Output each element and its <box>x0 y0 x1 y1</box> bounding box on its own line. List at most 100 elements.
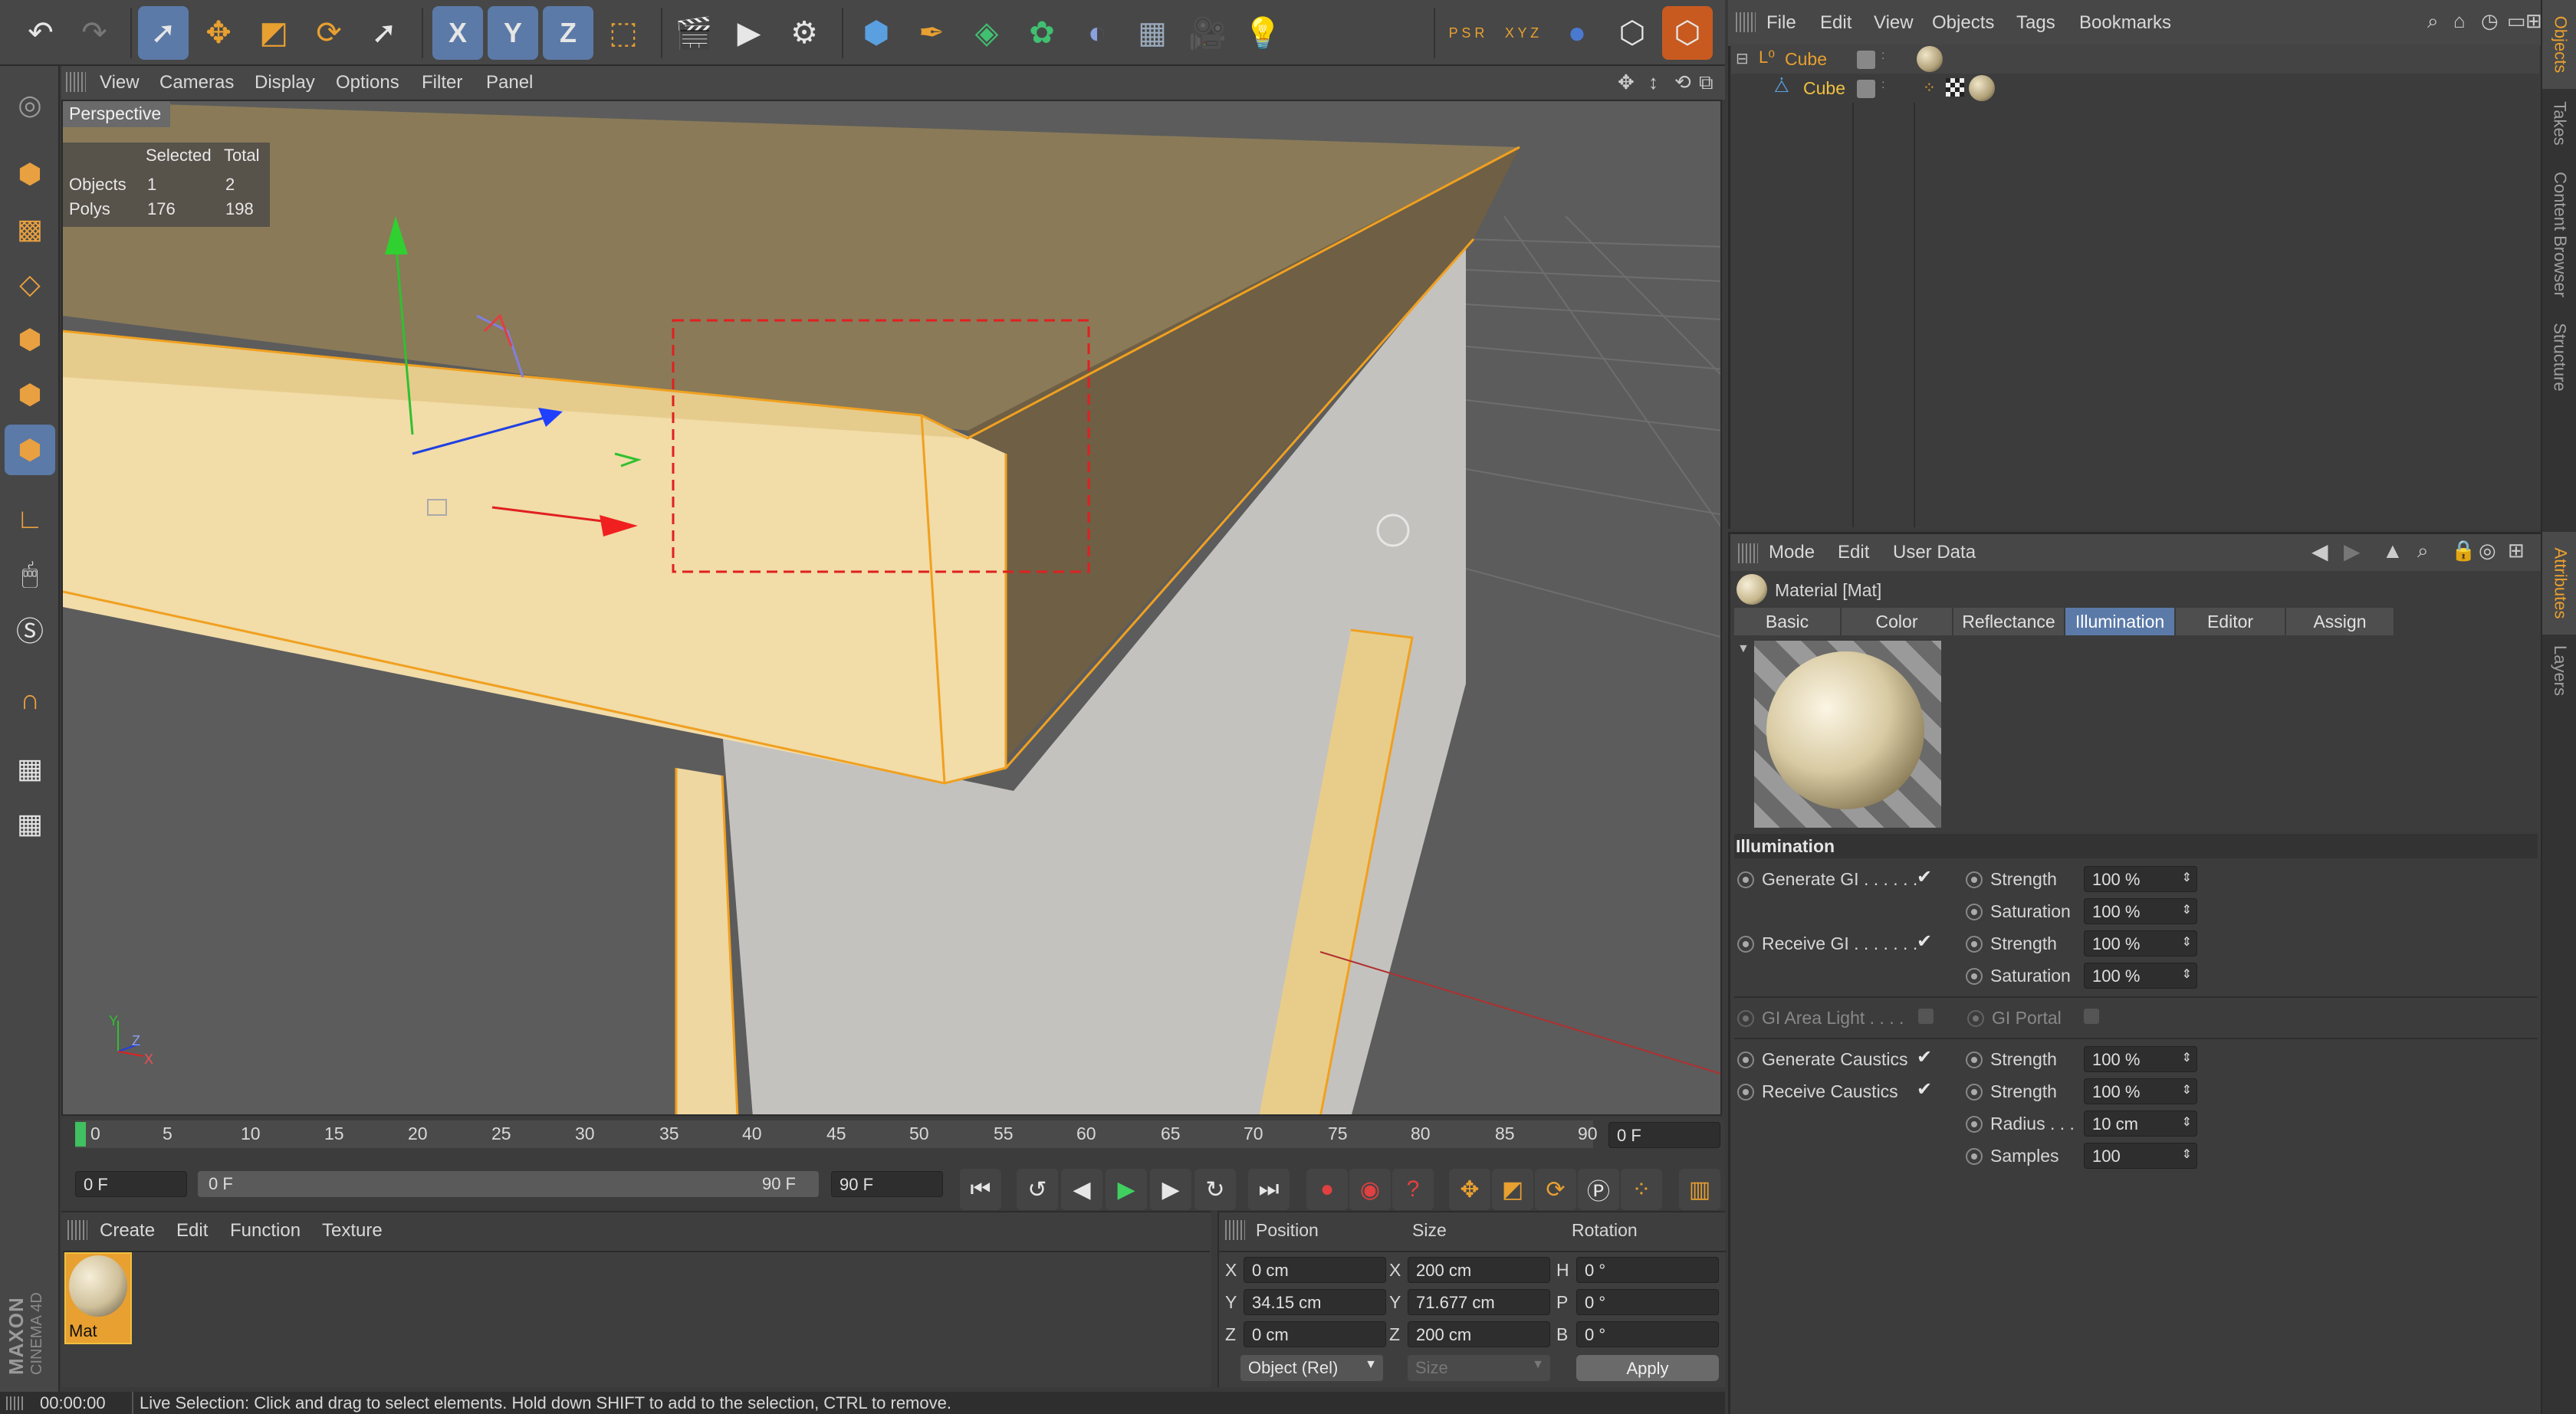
subdivision-surface-icon[interactable]: ◈ <box>961 6 1012 60</box>
axis-mode-icon[interactable]: ∟ <box>5 494 55 544</box>
generate-gi-checkbox[interactable]: ✔ <box>1917 866 1932 888</box>
viewport-zoom-icon[interactable]: ↕ <box>1648 71 1658 94</box>
viewport-menu-cameras[interactable]: Cameras <box>159 72 234 94</box>
objects-menu-objects[interactable]: Objects <box>1932 12 1994 34</box>
side-tab-objects[interactable]: Objects <box>2542 0 2576 89</box>
3d-viewport[interactable]: Perspective Selected Total Objects 1 2 P… <box>61 100 1722 1116</box>
viewport-menu-filter[interactable]: Filter <box>422 72 462 94</box>
snapping-icon[interactable]: ∩ <box>5 674 55 725</box>
rotation-h-field[interactable]: 0 ° <box>1576 1257 1719 1283</box>
phong-tag-icon[interactable]: ⁘ <box>1923 78 1936 97</box>
side-tab-structure[interactable]: Structure <box>2542 313 2576 402</box>
record-icon[interactable]: ● <box>1306 1169 1348 1210</box>
receive-gi-checkbox[interactable]: ✔ <box>1917 930 1932 953</box>
playhead-marker[interactable] <box>75 1122 86 1147</box>
receive-caustics-checkbox[interactable]: ✔ <box>1917 1078 1932 1101</box>
timeline-scheme-icon[interactable]: ▥ <box>1679 1169 1720 1210</box>
viewport-menu-view[interactable]: View <box>100 72 140 94</box>
visibility-dots-icon[interactable]: : <box>1881 49 1884 63</box>
undo-icon[interactable]: ↶ <box>15 6 66 60</box>
panel-grip-icon[interactable] <box>1736 12 1756 32</box>
animate-radio[interactable] <box>1737 1010 1754 1027</box>
viewport-menu-display[interactable]: Display <box>255 72 315 94</box>
camera-label[interactable]: Perspective <box>63 101 170 127</box>
material-tag-icon[interactable] <box>1969 75 1995 101</box>
panel-grip-icon[interactable] <box>6 1396 23 1410</box>
make-editable-icon[interactable]: ◎ <box>5 80 55 130</box>
panel-grip-icon[interactable] <box>66 72 86 92</box>
texture-mode-icon[interactable]: ▩ <box>5 204 55 254</box>
tab-basic[interactable]: Basic <box>1734 608 1842 635</box>
stepper-icon[interactable]: ⇕ <box>2182 1050 2192 1065</box>
rotate-tool-icon[interactable]: ⟳ <box>304 6 354 60</box>
rotation-b-field[interactable]: 0 ° <box>1576 1321 1719 1347</box>
caustics-samples-field[interactable]: 100 ⇕ <box>2084 1143 2197 1169</box>
stepper-icon[interactable]: ⇕ <box>2182 966 2192 982</box>
light-icon[interactable]: 💡 <box>1237 6 1288 60</box>
gi-portal-checkbox[interactable] <box>2084 1009 2099 1024</box>
pen-spline-icon[interactable]: ✒ <box>906 6 957 60</box>
coordinate-mode-select[interactable]: Object (Rel) ▼ <box>1240 1355 1383 1381</box>
object-row[interactable]: ⧊ Cube : ⁘ <box>1731 74 2539 103</box>
z-axis-lock-button[interactable]: Z <box>543 6 593 60</box>
render-settings-icon[interactable]: ⚙ <box>779 6 830 60</box>
animate-radio[interactable] <box>1737 1084 1754 1101</box>
object-row[interactable]: ⊟ L⁰ Cube : <box>1731 44 2539 74</box>
gi-strength-field[interactable]: 100 % ⇕ <box>2084 866 2197 892</box>
size-y-field[interactable]: 71.677 cm <box>1408 1289 1550 1315</box>
play-icon[interactable]: ▶ <box>1106 1169 1147 1210</box>
layer-toggle-icon[interactable] <box>1857 80 1875 98</box>
visibility-dots-icon[interactable]: : <box>1881 78 1884 92</box>
lock-icon[interactable]: 🔒 <box>2451 539 2476 563</box>
solo-mode-icon[interactable]: Ⓢ <box>5 604 55 655</box>
panel-grip-icon[interactable] <box>1738 543 1758 563</box>
points-mode-icon[interactable]: ⬢ <box>5 314 55 365</box>
attributes-menu-mode[interactable]: Mode <box>1769 542 1815 563</box>
planar-workplane-icon[interactable]: ▦ <box>5 799 55 849</box>
texture-tag-icon[interactable] <box>1946 78 1964 97</box>
autokey-icon[interactable]: ◉ <box>1349 1169 1391 1210</box>
cube-object-icon[interactable]: ⬢ <box>851 6 902 60</box>
key-scale-icon[interactable]: ◩ <box>1492 1169 1533 1210</box>
layer-toggle-icon[interactable] <box>1857 51 1875 69</box>
material-menu-create[interactable]: Create <box>100 1220 155 1242</box>
generate-caustics-checkbox[interactable]: ✔ <box>1917 1046 1932 1068</box>
tab-reflectance[interactable]: Reflectance <box>1953 608 2065 635</box>
expand-icon[interactable]: ⊟ <box>1736 49 1749 68</box>
animate-radio[interactable] <box>1966 1084 1983 1101</box>
side-tab-content-browser[interactable]: Content Browser <box>2542 158 2576 311</box>
material-preview[interactable] <box>1754 641 1941 828</box>
animate-radio[interactable] <box>1966 1116 1983 1133</box>
key-rotation-icon[interactable]: ⟳ <box>1535 1169 1576 1210</box>
polygons-mode-icon[interactable]: ⬢ <box>5 425 55 475</box>
rotation-p-field[interactable]: 0 ° <box>1576 1289 1719 1315</box>
previous-key-icon[interactable]: ↺ <box>1017 1169 1058 1210</box>
side-tab-takes[interactable]: Takes <box>2542 90 2576 156</box>
receive-gi-strength-field[interactable]: 100 % ⇕ <box>2084 930 2197 956</box>
gi-area-light-checkbox[interactable] <box>1918 1009 1934 1024</box>
animate-radio[interactable] <box>1737 936 1754 953</box>
recent-tool-icon[interactable]: ➚ <box>359 6 409 60</box>
start-frame-field[interactable]: 0 F <box>75 1171 187 1197</box>
end-frame-field[interactable]: 90 F <box>831 1171 943 1197</box>
objects-menu-bookmarks[interactable]: Bookmarks <box>2079 12 2171 34</box>
workplane-lock-icon[interactable]: ▦ <box>5 743 55 794</box>
animate-radio[interactable] <box>1966 871 1983 888</box>
new-panel-icon[interactable]: ⊞ <box>2508 539 2525 563</box>
coordinate-system-icon[interactable]: ⬚ <box>598 6 649 60</box>
live-selection-icon[interactable]: ➚ <box>138 6 189 60</box>
camera-icon[interactable]: 🎥 <box>1182 6 1233 60</box>
stepper-icon[interactable]: ⇕ <box>2182 934 2192 950</box>
key-parameter-icon[interactable]: Ⓟ <box>1578 1169 1619 1210</box>
material-swatch[interactable]: Mat <box>64 1252 132 1344</box>
history-icon[interactable]: ◷ <box>2481 9 2499 33</box>
position-y-field[interactable]: 34.15 cm <box>1244 1289 1386 1315</box>
material-menu-texture[interactable]: Texture <box>322 1220 383 1242</box>
objects-menu-view[interactable]: View <box>1874 12 1914 34</box>
render-view-icon[interactable]: 🎬 <box>669 6 719 60</box>
tab-illumination[interactable]: Illumination <box>2065 608 2176 635</box>
render-picture-viewer-icon[interactable]: ▶ <box>724 6 774 60</box>
animate-radio[interactable] <box>1966 1051 1983 1068</box>
animate-radio[interactable] <box>1966 1148 1983 1165</box>
key-position-icon[interactable]: ✥ <box>1449 1169 1490 1210</box>
